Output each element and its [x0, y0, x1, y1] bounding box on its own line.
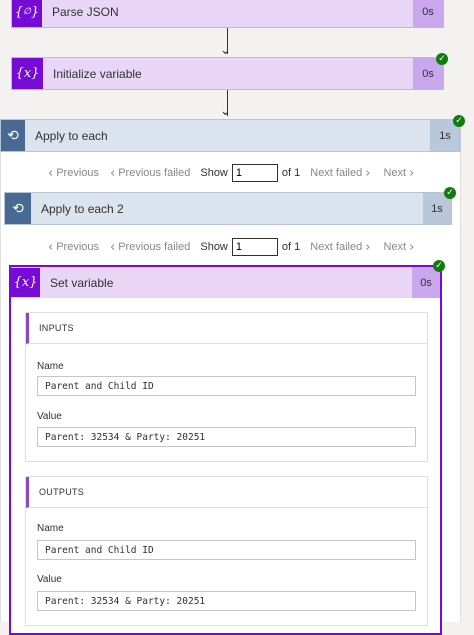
- parse-json-card[interactable]: {∅} Parse JSON 0s: [11, 0, 444, 28]
- iteration-input[interactable]: [231, 164, 278, 182]
- variable-icon: {x}: [12, 58, 43, 89]
- parse-json-label: Parse JSON: [52, 5, 119, 19]
- success-check-icon: ✓: [433, 260, 445, 272]
- show-label: Show: [200, 167, 228, 179]
- initialize-variable-label: Initialize variable: [53, 66, 142, 81]
- success-check-icon: ✓: [436, 53, 448, 65]
- arrow-down-icon: ⌄: [220, 104, 231, 119]
- inputs-value-label: Value: [37, 411, 62, 422]
- arrow-down-icon: ⌄: [220, 43, 231, 58]
- loop-icon: ⟲: [1, 120, 25, 151]
- outputs-value-label: Value: [37, 574, 62, 585]
- show-label: Show: [200, 241, 228, 253]
- previous-link[interactable]: ‹ Previous: [45, 240, 99, 255]
- previous-link[interactable]: ‹ Previous: [45, 166, 99, 181]
- inputs-title: INPUTS: [26, 313, 427, 344]
- variable-icon: {x}: [11, 268, 40, 297]
- chevron-left-icon: ‹: [110, 239, 116, 255]
- pager-apply-to-each: ‹Previous ‹Previous failed Show of 1 Nex…: [45, 163, 417, 183]
- parse-json-duration: 0s: [413, 0, 443, 27]
- outputs-value-field: Parent: 32534 & Party: 20251: [37, 591, 416, 611]
- set-variable-label: Set variable: [50, 275, 114, 290]
- set-variable-card[interactable]: {x} Set variable 0s: [11, 267, 440, 298]
- previous-failed-link[interactable]: ‹ Previous failed: [107, 240, 190, 255]
- inputs-section: INPUTS Name Parent and Child ID Value Pa…: [25, 312, 428, 462]
- pager-apply-to-each-2: ‹Previous ‹Previous failed Show of 1 Nex…: [45, 237, 417, 257]
- next-link[interactable]: Next ›: [383, 166, 417, 181]
- chevron-right-icon: ›: [365, 239, 371, 255]
- success-check-icon: ✓: [444, 187, 456, 199]
- of-total-label: of 1: [281, 241, 301, 253]
- inputs-value-field: Parent: 32534 & Party: 20251: [37, 427, 416, 447]
- next-link[interactable]: Next ›: [383, 240, 417, 255]
- chevron-right-icon: ›: [409, 239, 415, 255]
- of-total-label: of 1: [281, 167, 301, 179]
- next-failed-link[interactable]: Next failed ›: [310, 240, 373, 255]
- apply-to-each-card[interactable]: ⟲ Apply to each 1s: [0, 119, 461, 152]
- set-variable-duration: 0s: [412, 267, 440, 298]
- chevron-left-icon: ‹: [48, 165, 54, 181]
- outputs-name-field: Parent and Child ID: [37, 540, 416, 560]
- initialize-variable-card[interactable]: {x} Initialize variable 0s: [11, 57, 444, 90]
- chevron-left-icon: ‹: [110, 165, 116, 181]
- inputs-name-label: Name: [37, 361, 64, 372]
- loop-icon: ⟲: [5, 193, 31, 224]
- outputs-section: OUTPUTS Name Parent and Child ID Value P…: [25, 476, 428, 626]
- chevron-left-icon: ‹: [48, 239, 54, 255]
- inputs-name-field: Parent and Child ID: [37, 376, 416, 396]
- chevron-right-icon: ›: [409, 165, 415, 181]
- next-failed-link[interactable]: Next failed ›: [310, 166, 373, 181]
- apply-to-each-2-label: Apply to each 2: [41, 201, 124, 216]
- apply-to-each-2-card[interactable]: ⟲ Apply to each 2 1s: [4, 192, 452, 225]
- braces-icon: {∅}: [12, 0, 42, 27]
- previous-failed-link[interactable]: ‹ Previous failed: [107, 166, 190, 181]
- outputs-name-label: Name: [37, 523, 64, 534]
- chevron-right-icon: ›: [365, 165, 371, 181]
- outputs-title: OUTPUTS: [26, 477, 427, 508]
- iteration-input[interactable]: [231, 238, 278, 256]
- apply-to-each-label: Apply to each: [35, 128, 108, 143]
- success-check-icon: ✓: [453, 115, 465, 127]
